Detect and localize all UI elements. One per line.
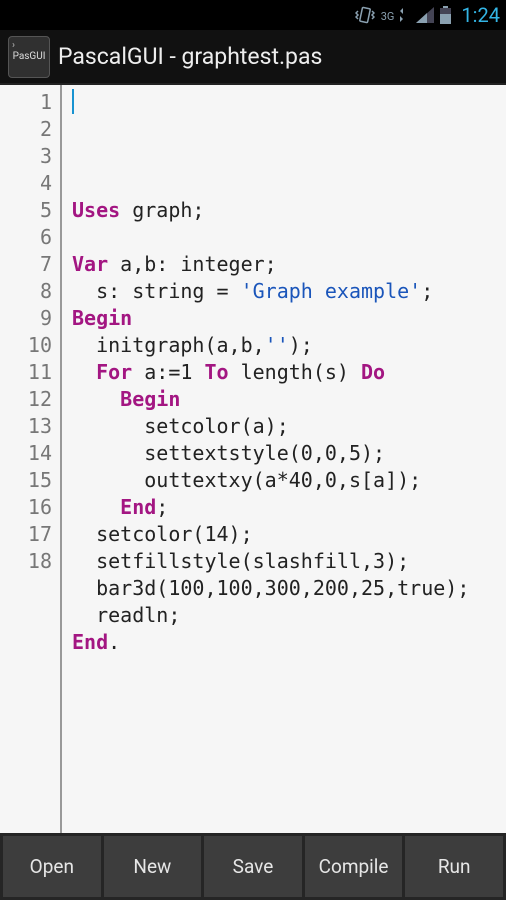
line-number: 10: [0, 332, 52, 359]
code-line[interactable]: readln;: [72, 602, 506, 629]
gutter-divider: [60, 85, 62, 833]
code-editor[interactable]: 123456789101112131415161718 Uses graph;V…: [0, 85, 506, 833]
code-area[interactable]: Uses graph; Var a,b: integer; s: string =…: [72, 85, 506, 833]
bottom-toolbar: Open New Save Compile Run: [0, 833, 506, 900]
code-line[interactable]: bar3d(100,100,300,200,25,true);: [72, 575, 506, 602]
code-line[interactable]: [72, 224, 506, 251]
line-number: 16: [0, 494, 52, 521]
line-number: 4: [0, 170, 52, 197]
line-number: 3: [0, 143, 52, 170]
code-line[interactable]: End;: [72, 494, 506, 521]
line-number: 15: [0, 467, 52, 494]
signal-icon: [416, 7, 434, 23]
compile-button[interactable]: Compile: [305, 836, 403, 897]
status-bar: 3G 1:24: [0, 0, 506, 30]
line-number: 18: [0, 548, 52, 575]
code-line[interactable]: settextstyle(0,0,5);: [72, 440, 506, 467]
line-number: 12: [0, 386, 52, 413]
code-line[interactable]: outtextxy(a*40,0,s[a]);: [72, 467, 506, 494]
code-line[interactable]: For a:=1 To length(s) Do: [72, 359, 506, 386]
vibrate-icon: [355, 6, 375, 24]
run-button[interactable]: Run: [405, 836, 503, 897]
open-button[interactable]: Open: [3, 836, 101, 897]
new-button[interactable]: New: [104, 836, 202, 897]
code-line[interactable]: setcolor(14);: [72, 521, 506, 548]
code-line[interactable]: [72, 170, 506, 197]
code-line[interactable]: setfillstyle(slashfill,3);: [72, 548, 506, 575]
line-number: 5: [0, 197, 52, 224]
line-number: 1: [0, 89, 52, 116]
line-number-gutter: 123456789101112131415161718: [0, 85, 60, 833]
line-number: 13: [0, 413, 52, 440]
line-number: 8: [0, 278, 52, 305]
code-line[interactable]: Begin: [72, 386, 506, 413]
line-number: 2: [0, 116, 52, 143]
app-title: PascalGUI - graphtest.pas: [58, 43, 322, 70]
code-line[interactable]: End.: [72, 629, 506, 656]
status-clock: 1:24: [461, 3, 500, 27]
code-line[interactable]: Uses graph;: [72, 197, 506, 224]
app-icon: PasGUI: [8, 36, 50, 78]
line-number: 7: [0, 251, 52, 278]
text-cursor: [72, 89, 74, 114]
code-line[interactable]: Begin: [72, 305, 506, 332]
network-3g-icon: 3G: [381, 8, 411, 22]
line-number: 9: [0, 305, 52, 332]
code-line[interactable]: s: string = 'Graph example';: [72, 278, 506, 305]
line-number: 11: [0, 359, 52, 386]
save-button[interactable]: Save: [204, 836, 302, 897]
code-line[interactable]: initgraph(a,b,'');: [72, 332, 506, 359]
code-line[interactable]: Var a,b: integer;: [72, 251, 506, 278]
line-number: 17: [0, 521, 52, 548]
line-number: 6: [0, 224, 52, 251]
app-header: PasGUI PascalGUI - graphtest.pas: [0, 30, 506, 85]
battery-icon: [440, 6, 451, 24]
line-number: 14: [0, 440, 52, 467]
code-line[interactable]: setcolor(a);: [72, 413, 506, 440]
